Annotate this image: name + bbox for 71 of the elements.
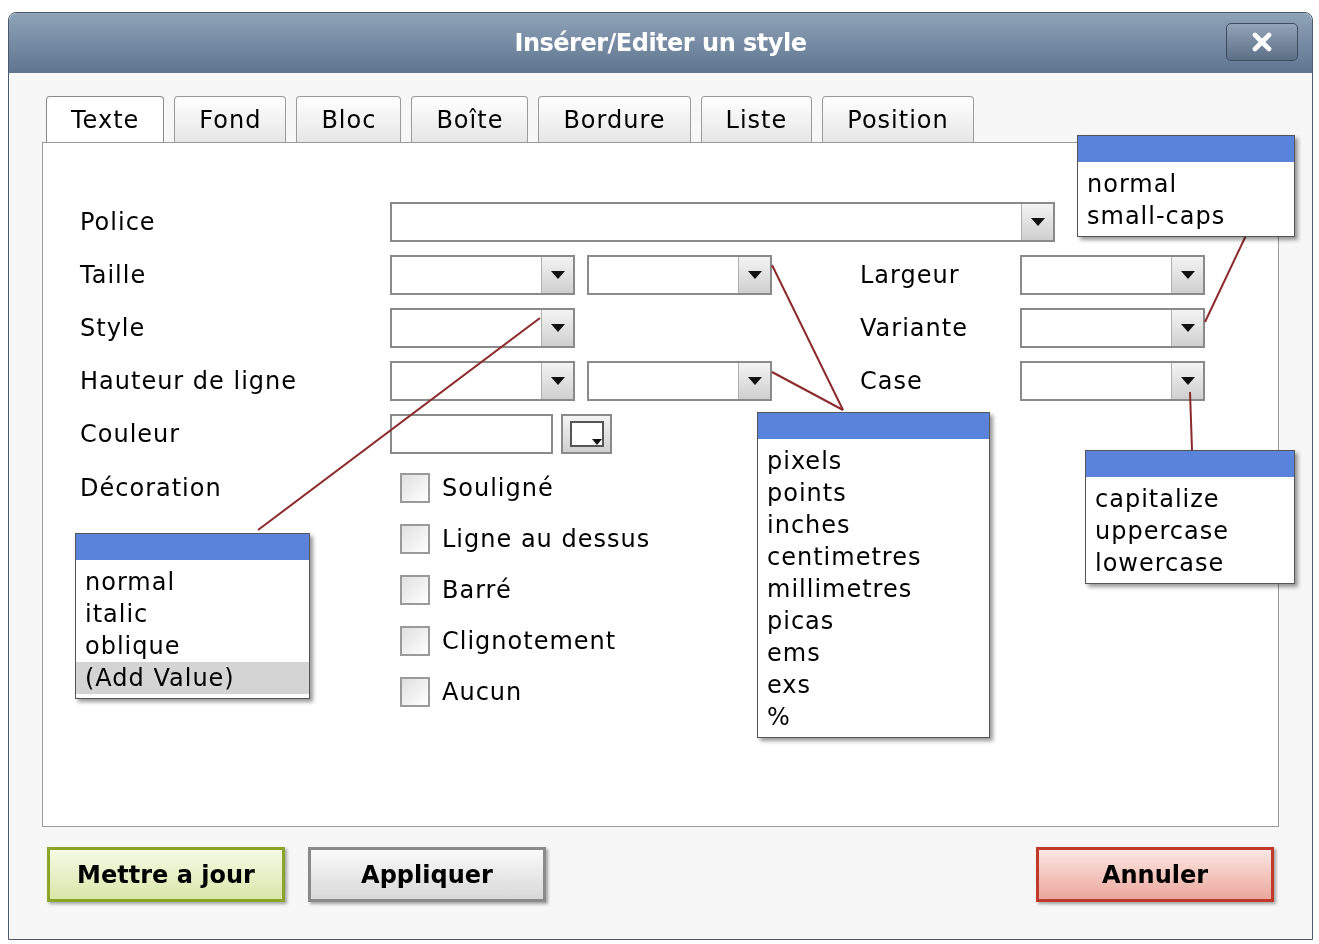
field-label: Style [80,312,147,344]
field-label: Couleur [80,418,182,450]
close-button[interactable] [1226,23,1298,61]
color-picker-button[interactable] [561,413,612,454]
dropdown-caret-icon [1171,362,1203,399]
checkbox-label: Clignotement [442,625,617,657]
list-option[interactable]: normal [76,566,309,598]
dropdown-select[interactable] [1020,307,1205,348]
dropdown-select[interactable] [1020,254,1205,295]
dropdown-caret-icon [541,362,573,399]
checkbox[interactable] [400,574,430,605]
list-option[interactable]: picas [758,605,989,637]
field-label: Décoration [80,474,222,502]
dropdown-select[interactable] [390,307,575,348]
list-option[interactable]: capitalize [1086,483,1294,515]
dropdown-caret-icon [738,362,770,399]
list-option[interactable]: lowercase [1086,547,1294,579]
list-option[interactable]: oblique [76,630,309,662]
list-option[interactable]: centimetres [758,541,989,573]
tab[interactable]: Texte [46,96,165,142]
leader-line [1189,391,1193,451]
color-swatch-icon [569,420,604,447]
checkbox-label: Aucun [442,676,523,708]
list-option[interactable]: uppercase [1086,515,1294,547]
cancel-button[interactable]: Annuler [1036,847,1274,902]
checkbox-label: Barré [442,574,512,606]
checkbox[interactable] [400,523,430,554]
tab[interactable]: Position [822,96,974,142]
checkbox-label: Ligne au dessus [442,523,651,555]
tab[interactable]: Boîte [411,96,529,142]
field-label: Largeur [860,259,961,291]
dropdown-caret-icon [1171,309,1203,346]
dropdown-caret-icon [541,309,573,346]
dropdown-caret-icon [1171,256,1203,293]
window-title: Insérer/Editer un style [514,28,807,59]
update-button[interactable]: Mettre a jour [47,847,285,902]
list-option[interactable]: pixels [758,445,989,477]
list-option[interactable]: millimetres [758,573,989,605]
dropdown-caret-icon [541,256,573,293]
dropdown-select[interactable] [1020,360,1205,401]
field-label: Variante [860,312,969,344]
color-input-field[interactable] [390,413,553,454]
tab[interactable]: Liste [700,96,813,142]
dropdown-caret-icon [738,256,770,293]
field-label: Police [80,206,157,238]
checkbox[interactable] [400,625,430,656]
dropdown-select[interactable] [587,360,772,401]
dropdown-select[interactable] [390,360,575,401]
dropdown-select[interactable] [587,254,772,295]
dropdown-select[interactable] [390,201,1055,242]
field-label: Taille [80,259,148,291]
list-option[interactable]: exs [758,669,989,701]
list-option[interactable]: % [758,701,989,733]
list-option[interactable]: points [758,477,989,509]
field-label: Case [860,365,924,397]
list-option[interactable]: ems [758,637,989,669]
list-option[interactable]: normal [1078,168,1294,200]
field-label: Hauteur de ligne [80,365,299,397]
list-option[interactable]: (Add Value) [76,662,309,694]
tab[interactable]: Bordure [538,96,691,142]
list-option[interactable]: italic [76,598,309,630]
tab[interactable]: Fond [174,96,287,142]
list-option[interactable]: small-caps [1078,200,1294,232]
checkbox[interactable] [400,676,430,707]
checkbox-label: Souligné [442,472,554,504]
dropdown-caret-icon [1021,203,1053,240]
tab[interactable]: Bloc [296,96,402,142]
checkbox[interactable] [400,472,430,503]
dropdown-select[interactable] [390,254,575,295]
list-option[interactable]: inches [758,509,989,541]
apply-button[interactable]: Appliquer [308,847,546,902]
